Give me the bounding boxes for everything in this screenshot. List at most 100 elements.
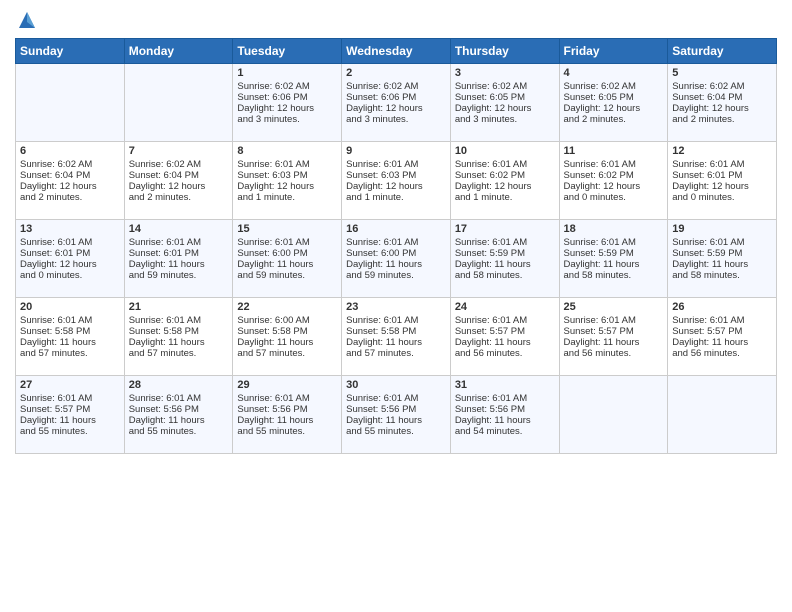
cell-info-line: Sunrise: 6:02 AM [564,81,664,92]
cell-info-line: Sunrise: 6:02 AM [672,81,772,92]
cell-info-line: Daylight: 11 hours [20,337,120,348]
cell-info-line: Sunrise: 6:01 AM [346,393,446,404]
cell-info-line: Sunrise: 6:02 AM [129,159,229,170]
cell-info-line: Sunset: 6:01 PM [129,248,229,259]
cell-info-line: Sunset: 6:04 PM [129,170,229,181]
calendar-cell: 22Sunrise: 6:00 AMSunset: 5:58 PMDayligh… [233,298,342,376]
day-number: 24 [455,301,555,313]
cell-info-line: Sunset: 6:01 PM [672,170,772,181]
cell-info-line: Sunrise: 6:01 AM [20,393,120,404]
cell-info-line: and 57 minutes. [129,348,229,359]
cell-info-line: Sunset: 6:00 PM [237,248,337,259]
cell-info-line: Daylight: 12 hours [672,181,772,192]
cell-info-line: Sunset: 6:04 PM [672,92,772,103]
calendar-cell: 31Sunrise: 6:01 AMSunset: 5:56 PMDayligh… [450,376,559,454]
cell-info-line: Sunrise: 6:01 AM [346,237,446,248]
calendar-container: SundayMondayTuesdayWednesdayThursdayFrid… [0,0,792,464]
day-number: 18 [564,223,664,235]
cell-info-line: Daylight: 12 hours [672,103,772,114]
cell-info-line: Daylight: 11 hours [564,337,664,348]
calendar-cell: 30Sunrise: 6:01 AMSunset: 5:56 PMDayligh… [342,376,451,454]
cell-info-line: and 1 minute. [346,192,446,203]
calendar-cell: 17Sunrise: 6:01 AMSunset: 5:59 PMDayligh… [450,220,559,298]
week-row-2: 6 Sunrise: 6:02 AMSunset: 6:04 PM Daylight… [16,142,777,220]
cell-info-line: and 58 minutes. [672,270,772,281]
cell-info-line: and 54 minutes. [455,426,555,437]
calendar-cell [124,64,233,142]
day-number: 19 [672,223,772,235]
cell-info-line: Sunrise: 6:01 AM [237,393,337,404]
calendar-cell: 12 Sunrise: 6:01 AMSunset: 6:01 PMDayligh… [668,142,777,220]
calendar-cell: 24Sunrise: 6:01 AMSunset: 5:57 PMDayligh… [450,298,559,376]
day-number: 7 [129,145,229,157]
cell-info-line: Sunrise: 6:01 AM [20,315,120,326]
calendar-cell [16,64,125,142]
day-number: 2 [346,67,446,79]
weekday-header-row: SundayMondayTuesdayWednesdayThursdayFrid… [16,39,777,64]
day-number: 25 [564,301,664,313]
cell-info-line: and 55 minutes. [237,426,337,437]
cell-info-line: Sunset: 6:06 PM [346,92,446,103]
cell-info-line: Sunrise: 6:01 AM [455,315,555,326]
day-number: 9 [346,145,446,157]
cell-info-line: Sunrise: 6:01 AM [237,237,337,248]
calendar-table: SundayMondayTuesdayWednesdayThursdayFrid… [15,38,777,454]
day-number: 6 [20,145,120,157]
cell-info-line: Sunset: 5:57 PM [20,404,120,415]
cell-info-line: Daylight: 11 hours [237,259,337,270]
cell-info-line: Sunrise: 6:01 AM [564,159,664,170]
cell-info-line: Sunset: 6:05 PM [455,92,555,103]
cell-info-line: Daylight: 12 hours [346,181,446,192]
cell-info-line: Sunset: 6:02 PM [455,170,555,181]
day-number: 3 [455,67,555,79]
weekday-header-tuesday: Tuesday [233,39,342,64]
cell-info-line: Sunrise: 6:01 AM [455,393,555,404]
cell-info-line: and 57 minutes. [20,348,120,359]
cell-info-line: Sunset: 6:01 PM [20,248,120,259]
cell-info-line: Sunrise: 6:01 AM [20,237,120,248]
cell-info-line: Sunset: 5:57 PM [455,326,555,337]
calendar-cell: 25Sunrise: 6:01 AMSunset: 5:57 PMDayligh… [559,298,668,376]
cell-info-line: Daylight: 12 hours [237,181,337,192]
cell-info-line: Sunset: 5:58 PM [129,326,229,337]
cell-info-line: Sunrise: 6:01 AM [455,237,555,248]
cell-info-line: Sunrise: 6:02 AM [237,81,337,92]
weekday-header-sunday: Sunday [16,39,125,64]
cell-info-line: and 3 minutes. [237,114,337,125]
cell-info-line: Sunset: 5:56 PM [237,404,337,415]
cell-info-line: Daylight: 12 hours [455,181,555,192]
cell-info-line: Sunrise: 6:01 AM [237,159,337,170]
cell-info-line: and 59 minutes. [237,270,337,281]
day-number: 29 [237,379,337,391]
cell-info-line: and 2 minutes. [564,114,664,125]
calendar-cell: 27Sunrise: 6:01 AMSunset: 5:57 PMDayligh… [16,376,125,454]
week-row-4: 20Sunrise: 6:01 AMSunset: 5:58 PMDayligh… [16,298,777,376]
calendar-cell: 23Sunrise: 6:01 AMSunset: 5:58 PMDayligh… [342,298,451,376]
cell-info-line: Sunrise: 6:01 AM [129,237,229,248]
day-number: 12 [672,145,772,157]
cell-info-line: and 56 minutes. [672,348,772,359]
calendar-cell: 20Sunrise: 6:01 AMSunset: 5:58 PMDayligh… [16,298,125,376]
cell-info-line: Daylight: 12 hours [20,259,120,270]
day-number: 13 [20,223,120,235]
calendar-cell: 16Sunrise: 6:01 AMSunset: 6:00 PMDayligh… [342,220,451,298]
cell-info-line: and 0 minutes. [564,192,664,203]
cell-info-line: Sunrise: 6:01 AM [564,315,664,326]
cell-info-line: and 58 minutes. [564,270,664,281]
day-number: 22 [237,301,337,313]
cell-info-line: Sunset: 5:57 PM [672,326,772,337]
cell-info-line: Sunset: 6:03 PM [346,170,446,181]
cell-info-line: Sunrise: 6:01 AM [672,159,772,170]
cell-info-line: Daylight: 11 hours [672,259,772,270]
cell-info-line: and 57 minutes. [346,348,446,359]
cell-info-line: Sunrise: 6:01 AM [455,159,555,170]
day-number: 28 [129,379,229,391]
cell-info-line: Daylight: 11 hours [129,259,229,270]
cell-info-line: and 59 minutes. [129,270,229,281]
cell-info-line: Sunset: 6:05 PM [564,92,664,103]
cell-info-line: Sunset: 5:59 PM [672,248,772,259]
day-number: 21 [129,301,229,313]
cell-info-line: and 59 minutes. [346,270,446,281]
day-number: 14 [129,223,229,235]
logo-icon [17,10,37,30]
